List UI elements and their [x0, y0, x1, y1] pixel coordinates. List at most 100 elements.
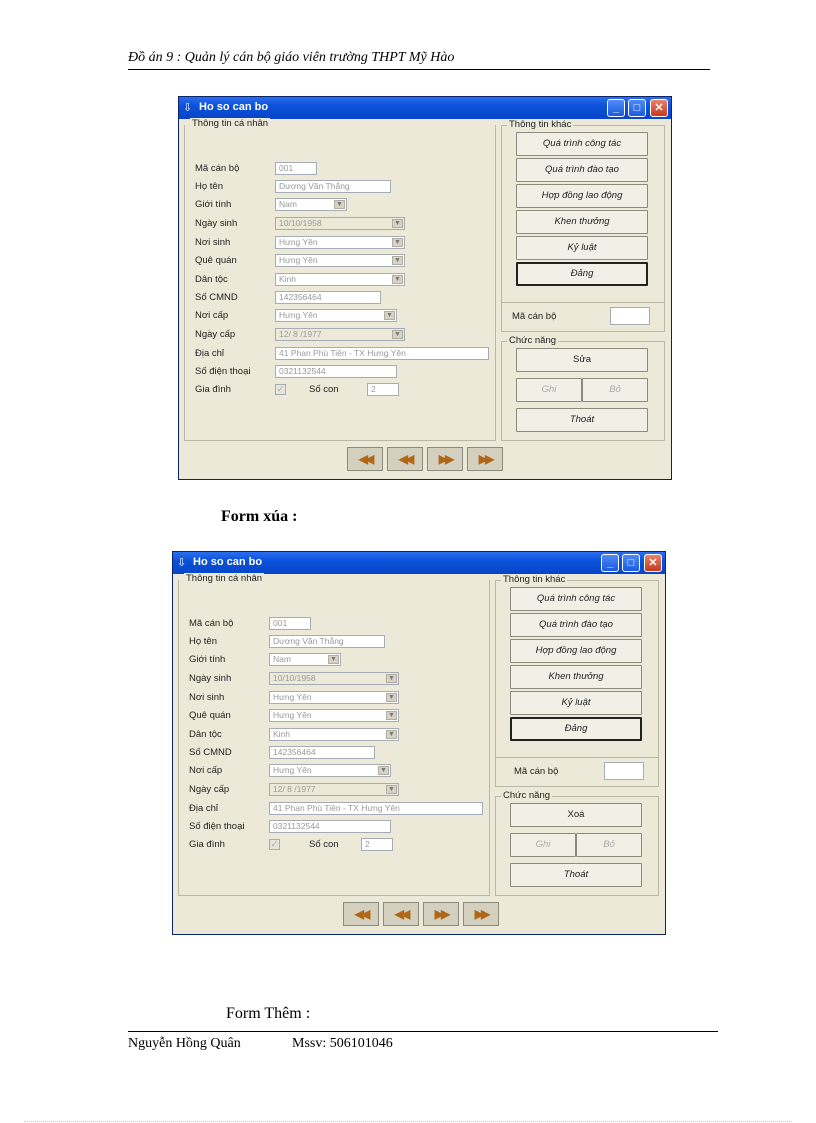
label-dia-chi: Địa chỉ: [195, 348, 225, 359]
rewards-button[interactable]: Khen thưởng: [510, 665, 642, 689]
ma-can-bo-search-input[interactable]: [604, 762, 644, 780]
next-record-icon[interactable]: ▶▶: [427, 447, 463, 471]
close-icon[interactable]: ✕: [650, 99, 668, 117]
chevron-down-icon[interactable]: ▼: [386, 674, 397, 683]
label-gioi-tinh: Giới tính: [195, 199, 232, 210]
que-quan-select[interactable]: Hưng Yên ▼: [269, 709, 399, 722]
chevron-down-icon[interactable]: ▼: [392, 256, 403, 265]
next-record-icon[interactable]: ▶▶: [423, 902, 459, 926]
label-ngay-sinh: Ngày sinh: [189, 673, 232, 684]
label-dia-chi: Địa chỉ: [189, 803, 219, 814]
noi-sinh-select[interactable]: Hưng Yên ▼: [275, 236, 405, 249]
ngay-sinh-select[interactable]: 10/10/1958 ▼: [269, 672, 399, 685]
gia-dinh-checkbox[interactable]: ✓: [275, 384, 286, 395]
work-history-button[interactable]: Quá trình công tác: [510, 587, 642, 611]
minimize-icon[interactable]: _: [607, 99, 625, 117]
maximize-icon[interactable]: □: [628, 99, 646, 117]
ho-ten-field[interactable]: Dương Văn Thắng: [275, 180, 391, 193]
so-cmnd-field[interactable]: 142356464: [275, 291, 381, 304]
other-info-group: Thông tin khác Quá trình công tác Quá tr…: [501, 119, 665, 303]
save-button[interactable]: Ghi: [510, 833, 576, 857]
party-button[interactable]: Đảng: [510, 717, 642, 741]
chevron-down-icon[interactable]: ▼: [392, 238, 403, 247]
ma-can-bo-search-input[interactable]: [610, 307, 650, 325]
training-history-button[interactable]: Quá trình đào tạo: [516, 158, 648, 182]
que-quan-select[interactable]: Hưng Yên ▼: [275, 254, 405, 267]
ma-can-bo-field[interactable]: 001: [275, 162, 317, 175]
noi-sinh-value: Hưng Yên: [273, 692, 312, 702]
chevron-down-icon[interactable]: ▼: [384, 311, 395, 320]
gia-dinh-checkbox[interactable]: ✓: [269, 839, 280, 850]
previous-record-icon[interactable]: ◀◀: [387, 447, 423, 471]
label-gioi-tinh: Giới tính: [189, 654, 226, 665]
dan-toc-select[interactable]: Kinh ▼: [275, 273, 405, 286]
first-record-icon[interactable]: ◀◀: [343, 902, 379, 926]
noi-cap-value: Hưng Yên: [273, 765, 312, 775]
ngay-cap-select[interactable]: 12/ 8 /1977 ▼: [275, 328, 405, 341]
dia-chi-field[interactable]: 41 Phan Phù Tiên - TX Hưng Yên: [275, 347, 489, 360]
noi-cap-select[interactable]: Hưng Yên ▼: [275, 309, 397, 322]
work-history-button[interactable]: Quá trình công tác: [516, 132, 648, 156]
chevron-down-icon[interactable]: ▼: [386, 730, 397, 739]
chevron-down-icon[interactable]: ▼: [328, 655, 339, 664]
minimize-icon[interactable]: _: [601, 554, 619, 572]
save-button[interactable]: Ghi: [516, 378, 582, 402]
so-dien-thoai-field[interactable]: 0321132544: [269, 820, 391, 833]
label-que-quan: Quê quán: [195, 255, 237, 266]
so-dien-thoai-field[interactable]: 0321132544: [275, 365, 397, 378]
chevron-down-icon[interactable]: ▼: [392, 330, 403, 339]
so-con-field[interactable]: 2: [367, 383, 399, 396]
noi-sinh-select[interactable]: Hưng Yên ▼: [269, 691, 399, 704]
group-title: Chức năng: [501, 790, 553, 801]
gioi-tinh-select[interactable]: Nam ▼: [269, 653, 341, 666]
labor-contract-button[interactable]: Hợp đồng lao động: [516, 184, 648, 208]
group-title: Thông tin khác: [501, 574, 568, 585]
ngay-cap-select[interactable]: 12/ 8 /1977 ▼: [269, 783, 399, 796]
window-title: Ho so can bo: [199, 101, 269, 113]
ma-can-bo-field[interactable]: 001: [269, 617, 311, 630]
training-history-button[interactable]: Quá trình đào tạo: [510, 613, 642, 637]
dan-toc-value: Kinh: [279, 274, 297, 284]
gioi-tinh-select[interactable]: Nam ▼: [275, 198, 347, 211]
skip-button[interactable]: Bỏ: [576, 833, 642, 857]
rewards-button[interactable]: Khen thưởng: [516, 210, 648, 234]
ngay-sinh-value: 10/10/1958: [279, 218, 322, 228]
label-so-con: Số con: [309, 839, 339, 850]
dan-toc-select[interactable]: Kinh ▼: [269, 728, 399, 741]
last-record-icon[interactable]: ▶▶: [467, 447, 503, 471]
exit-button[interactable]: Thoát: [510, 863, 642, 887]
skip-button[interactable]: Bỏ: [582, 378, 648, 402]
noi-sinh-value: Hưng Yên: [279, 237, 318, 247]
chevron-down-icon[interactable]: ▼: [334, 200, 345, 209]
chevron-down-icon[interactable]: ▼: [386, 785, 397, 794]
title-bar[interactable]: ⇩ Ho so can bo _ □ ✕: [179, 97, 671, 119]
caption-delete-form: Form xúa :: [221, 508, 298, 525]
chevron-down-icon[interactable]: ▼: [386, 711, 397, 720]
so-con-field[interactable]: 2: [361, 838, 393, 851]
title-bar[interactable]: ⇩ Ho so can bo _ □ ✕: [173, 552, 665, 574]
last-record-icon[interactable]: ▶▶: [463, 902, 499, 926]
delete-button[interactable]: Xoá: [510, 803, 642, 827]
maximize-icon[interactable]: □: [622, 554, 640, 572]
party-button[interactable]: Đảng: [516, 262, 648, 286]
exit-button[interactable]: Thoát: [516, 408, 648, 432]
discipline-button[interactable]: Kỷ luật: [516, 236, 648, 260]
first-record-icon[interactable]: ◀◀: [347, 447, 383, 471]
chevron-down-icon[interactable]: ▼: [392, 275, 403, 284]
close-icon[interactable]: ✕: [644, 554, 662, 572]
label-so-cmnd: Số CMND: [189, 747, 232, 758]
chevron-down-icon[interactable]: ▼: [378, 766, 389, 775]
label-so-cmnd: Số CMND: [195, 292, 238, 303]
ngay-sinh-select[interactable]: 10/10/1958 ▼: [275, 217, 405, 230]
chevron-down-icon[interactable]: ▼: [392, 219, 403, 228]
so-cmnd-field[interactable]: 142356464: [269, 746, 375, 759]
noi-cap-select[interactable]: Hưng Yên ▼: [269, 764, 391, 777]
discipline-button[interactable]: Kỷ luật: [510, 691, 642, 715]
edit-button[interactable]: Sửa: [516, 348, 648, 372]
chevron-down-icon[interactable]: ▼: [386, 693, 397, 702]
ho-ten-field[interactable]: Dương Văn Thắng: [269, 635, 385, 648]
dia-chi-field[interactable]: 41 Phan Phù Tiên - TX Hưng Yên: [269, 802, 483, 815]
label-ngay-sinh: Ngày sinh: [195, 218, 238, 229]
previous-record-icon[interactable]: ◀◀: [383, 902, 419, 926]
labor-contract-button[interactable]: Hợp đồng lao động: [510, 639, 642, 663]
